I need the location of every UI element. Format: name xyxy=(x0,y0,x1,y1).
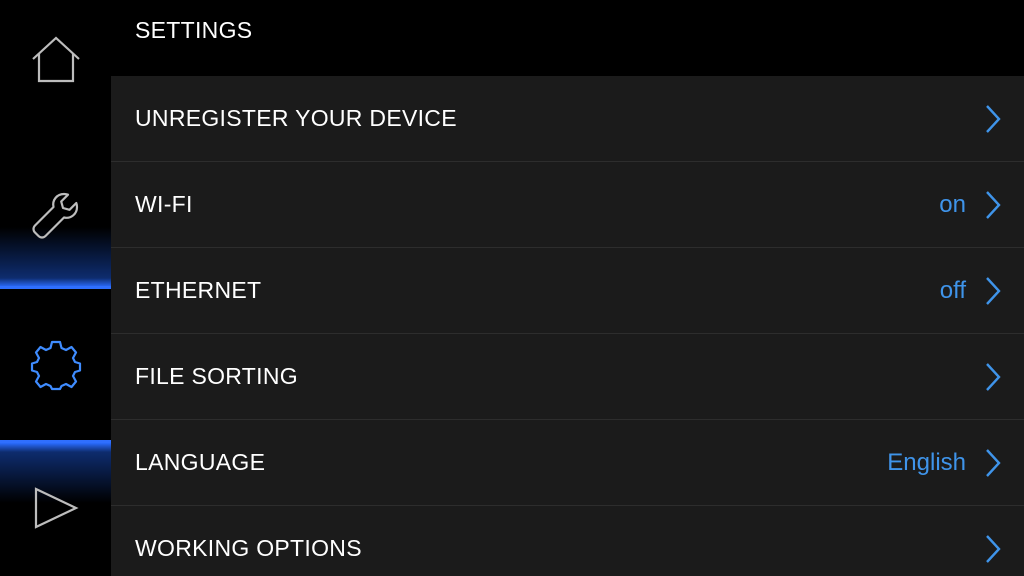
settings-row-label: LANGUAGE xyxy=(135,449,266,475)
sidebar-item-settings[interactable] xyxy=(0,290,111,440)
wrench-icon xyxy=(31,190,81,240)
settings-row-label: WI-FI xyxy=(135,191,193,217)
settings-row-ethernet[interactable]: ETHERNET off xyxy=(111,248,1024,334)
settings-row-label: WORKING OPTIONS xyxy=(135,535,362,561)
settings-list: UNREGISTER YOUR DEVICE WI-FI on ETHERNET… xyxy=(111,76,1024,576)
home-icon xyxy=(30,35,82,85)
settings-row-file-sorting[interactable]: FILE SORTING xyxy=(111,334,1024,420)
settings-row-label: UNREGISTER YOUR DEVICE xyxy=(135,105,457,131)
sidebar-item-home[interactable] xyxy=(0,0,111,120)
settings-row-working-options[interactable]: WORKING OPTIONS xyxy=(111,506,1024,576)
settings-row-value: English xyxy=(887,448,966,476)
chevron-right-icon xyxy=(984,534,1002,564)
settings-row-value: on xyxy=(939,190,966,218)
sidebar-item-play[interactable] xyxy=(0,440,111,576)
gear-icon xyxy=(30,339,82,391)
settings-row-label: FILE SORTING xyxy=(135,363,298,389)
settings-row-language[interactable]: LANGUAGE English xyxy=(111,420,1024,506)
settings-row-label: ETHERNET xyxy=(135,277,262,303)
play-icon xyxy=(33,486,79,530)
sidebar xyxy=(0,0,111,576)
chevron-right-icon xyxy=(984,448,1002,478)
chevron-right-icon xyxy=(984,190,1002,220)
page-title: SETTINGS xyxy=(135,17,253,43)
chevron-right-icon xyxy=(984,276,1002,306)
chevron-right-icon xyxy=(984,104,1002,134)
chevron-right-icon xyxy=(984,362,1002,392)
settings-row-wifi[interactable]: WI-FI on xyxy=(111,162,1024,248)
settings-row-value: off xyxy=(939,276,966,304)
settings-screen: SETTINGS UNREGISTER YOUR DEVICE WI-FI on… xyxy=(0,0,1024,576)
settings-row-unregister-device[interactable]: UNREGISTER YOUR DEVICE xyxy=(111,76,1024,162)
sidebar-item-tools[interactable] xyxy=(0,140,111,290)
